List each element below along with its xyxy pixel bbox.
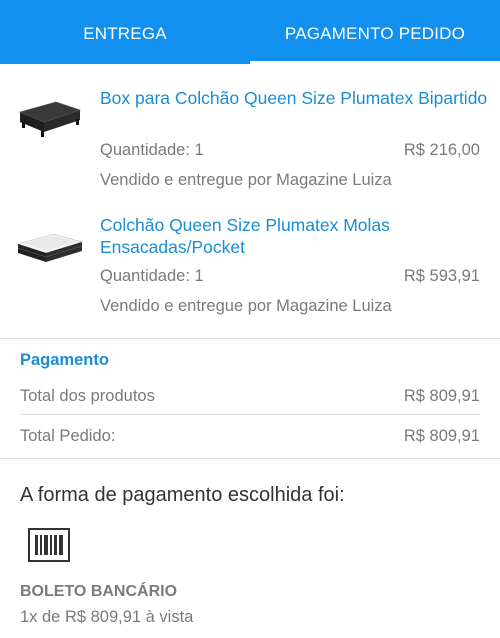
box-bed-base-image <box>19 101 81 137</box>
product-seller: Vendido e entregue por Magazine Luiza <box>100 297 392 315</box>
product-price: R$ 216,00 <box>403 141 480 159</box>
product-price: R$ 593,91 <box>403 267 480 285</box>
product-name-link[interactable]: Box para Colchão Queen Size Plumatex Bip… <box>100 87 490 109</box>
row-divider <box>20 414 480 415</box>
barcode-icon <box>28 528 70 562</box>
product-item: Box para Colchão Queen Size Plumatex Bip… <box>0 64 500 204</box>
payment-method-detail: 1x de R$ 809,91 à vista <box>20 608 194 626</box>
total-products-label: Total dos produtos <box>20 387 155 405</box>
section-divider <box>0 458 500 459</box>
section-divider <box>0 338 500 339</box>
product-item: Colchão Queen Size Plumatex Molas Ensaca… <box>0 204 500 334</box>
tab-bar: ENTREGA PAGAMENTO PEDIDO <box>0 0 500 64</box>
product-quantity: Quantidade: 1 <box>100 267 204 285</box>
tab-pagamento-pedido[interactable]: PAGAMENTO PEDIDO <box>250 0 500 64</box>
payment-method-heading: A forma de pagamento escolhida foi: <box>20 484 345 506</box>
total-products-value: R$ 809,91 <box>403 387 480 405</box>
mattress-image <box>16 233 84 262</box>
product-name-link[interactable]: Colchão Queen Size Plumatex Molas Ensaca… <box>100 214 490 258</box>
total-order-value: R$ 809,91 <box>403 427 480 445</box>
payment-section-title: Pagamento <box>20 351 109 369</box>
payment-method-name: BOLETO BANCÁRIO <box>20 583 178 600</box>
tab-entrega[interactable]: ENTREGA <box>0 0 250 64</box>
product-quantity: Quantidade: 1 <box>100 141 204 159</box>
product-seller: Vendido e entregue por Magazine Luiza <box>100 171 392 189</box>
total-order-label: Total Pedido: <box>20 427 116 445</box>
